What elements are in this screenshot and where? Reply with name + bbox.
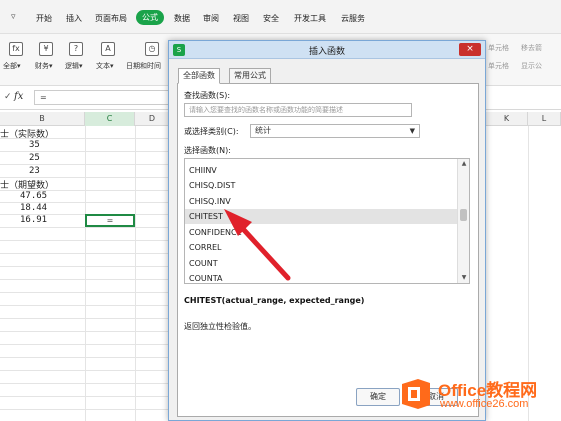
active-cell[interactable]: = — [85, 214, 135, 227]
menu-review[interactable]: 审阅 — [203, 13, 219, 24]
sheet-grid[interactable]: 士（实际数） 35 25 23 士（期望数） 47.65 18.44 16.91… — [0, 126, 170, 421]
fx-label[interactable]: fx — [14, 91, 23, 102]
grid-line — [85, 126, 86, 421]
grid-line — [0, 279, 170, 280]
scroll-up-icon[interactable]: ▲ — [458, 159, 469, 169]
cell-expected-2[interactable]: 18.44 — [20, 203, 47, 213]
logic-icon[interactable]: ? — [69, 42, 83, 56]
menu-formula[interactable]: 公式 — [136, 10, 164, 25]
scroll-thumb[interactable] — [460, 209, 467, 221]
list-item[interactable]: CONFIDENCE — [185, 225, 457, 240]
ribbon-remove-arrows[interactable]: 移去箭 — [521, 43, 542, 53]
finance-icon[interactable]: ¥ — [39, 42, 53, 56]
category-select[interactable]: 统计 ▼ — [250, 124, 420, 138]
insert-function-dialog: S 插入函数 × 全部函数 常用公式 查找函数(S): 请输入您要查找的函数名称… — [168, 40, 486, 421]
menu-view[interactable]: 视图 — [233, 13, 249, 24]
grid-line — [0, 357, 170, 358]
grid-line — [0, 331, 170, 332]
ribbon-finance[interactable]: 财务▾ — [35, 61, 53, 71]
cell-expected-3[interactable]: 16.91 — [20, 215, 47, 225]
list-item-selected[interactable]: CHITEST — [185, 209, 457, 224]
grid-line — [0, 240, 170, 241]
search-label: 查找函数(S): — [184, 91, 231, 100]
grid-line — [0, 370, 170, 371]
list-item[interactable]: COUNT — [185, 256, 457, 271]
col-header-b[interactable]: B — [0, 112, 85, 126]
datetime-icon[interactable]: ◷ — [145, 42, 159, 56]
tab-all-functions[interactable]: 全部函数 — [178, 68, 220, 84]
grid-line — [0, 305, 170, 306]
grid-line — [0, 151, 170, 152]
ribbon-logic[interactable]: 逻辑▾ — [65, 61, 83, 71]
menu-expand-icon[interactable]: ▿ — [11, 12, 16, 22]
chevron-down-icon[interactable]: ✓ — [4, 92, 12, 102]
list-item[interactable]: COUNTA — [185, 271, 457, 283]
category-label: 或选择类别(C): — [184, 127, 239, 136]
col-header-l[interactable]: L — [528, 112, 561, 126]
function-description: 返回独立性检验值。 — [184, 322, 256, 331]
grid-line — [0, 164, 170, 165]
cell-actual-1[interactable]: 35 — [29, 140, 40, 150]
grid-line — [0, 344, 170, 345]
chevron-down-icon[interactable]: ▼ — [410, 125, 415, 137]
functions-panel: 查找函数(S): 请输入您要查找的函数名称或函数功能的简要描述 或选择类别(C)… — [177, 83, 479, 417]
tab-common-formulas[interactable]: 常用公式 — [229, 68, 271, 84]
ribbon-all[interactable]: 全部▾ — [3, 61, 21, 71]
dialog-title: 插入函数 — [308, 47, 345, 57]
grid-line — [0, 383, 170, 384]
col-header-c[interactable]: C — [85, 112, 135, 126]
category-value: 统计 — [255, 126, 271, 135]
text-icon[interactable]: A — [101, 42, 115, 56]
scroll-down-icon[interactable]: ▼ — [458, 273, 469, 283]
menu-developer[interactable]: 开发工具 — [294, 13, 326, 24]
ribbon-datetime[interactable]: 日期和时间 — [126, 61, 161, 71]
watermark: Office教程网 www.office26.com — [396, 372, 561, 421]
list-item[interactable]: CHIINV — [185, 163, 457, 178]
grid-line — [0, 227, 170, 228]
office-logo-icon — [402, 379, 430, 409]
ok-button[interactable]: 确定 — [356, 388, 400, 406]
function-list-label: 选择函数(N): — [184, 146, 231, 155]
grid-line — [0, 409, 170, 410]
cell-expected-1[interactable]: 47.65 — [20, 191, 47, 201]
ribbon-trace-cells-2[interactable]: 单元格 — [488, 61, 509, 71]
menu-insert[interactable]: 插入 — [66, 13, 82, 24]
col-header-k[interactable]: K — [486, 112, 528, 126]
dialog-titlebar[interactable]: S 插入函数 × — [169, 41, 485, 59]
cell-actual-3[interactable]: 23 — [29, 166, 40, 176]
grid-line — [0, 292, 170, 293]
ribbon-trace-cells[interactable]: 单元格 — [488, 43, 509, 53]
grid-line — [0, 318, 170, 319]
function-list[interactable]: CHIINV CHISQ.DIST CHISQ.INV CHITEST CONF… — [184, 158, 470, 284]
menu-data[interactable]: 数据 — [174, 13, 190, 24]
search-input[interactable]: 请输入您要查找的函数名称或函数功能的简要描述 — [184, 103, 412, 117]
formula-input[interactable]: = — [34, 90, 174, 105]
watermark-url: www.office26.com — [440, 398, 529, 410]
grid-line — [0, 396, 170, 397]
function-signature: CHITEST(actual_range, expected_range) — [184, 296, 365, 305]
menu-security[interactable]: 安全 — [263, 13, 279, 24]
ribbon-show-formulas[interactable]: 显示公 — [521, 61, 542, 71]
ribbon-text[interactable]: 文本▾ — [96, 61, 114, 71]
list-item[interactable]: CHISQ.INV — [185, 194, 457, 209]
cell-header-expected[interactable]: 士（期望数） — [0, 178, 54, 191]
menu-bar: ▿ 开始 插入 页面布局 公式 数据 审阅 视图 安全 开发工具 云服务 — [0, 0, 561, 34]
insert-function-icon[interactable]: fx — [9, 42, 23, 56]
cell-actual-2[interactable]: 25 — [29, 153, 40, 163]
col-header-d[interactable]: D — [135, 112, 170, 126]
menu-start[interactable]: 开始 — [36, 13, 52, 24]
menu-cloud[interactable]: 云服务 — [341, 13, 365, 24]
menu-page-layout[interactable]: 页面布局 — [95, 13, 127, 24]
grid-line — [0, 266, 170, 267]
list-scrollbar[interactable]: ▲ ▼ — [457, 159, 469, 283]
grid-line — [135, 126, 136, 421]
list-item[interactable]: CHISQ.DIST — [185, 178, 457, 193]
grid-line — [0, 253, 170, 254]
close-button[interactable]: × — [459, 43, 481, 56]
list-item[interactable]: CORREL — [185, 240, 457, 255]
cell-header-actual[interactable]: 士（实际数） — [0, 127, 54, 140]
